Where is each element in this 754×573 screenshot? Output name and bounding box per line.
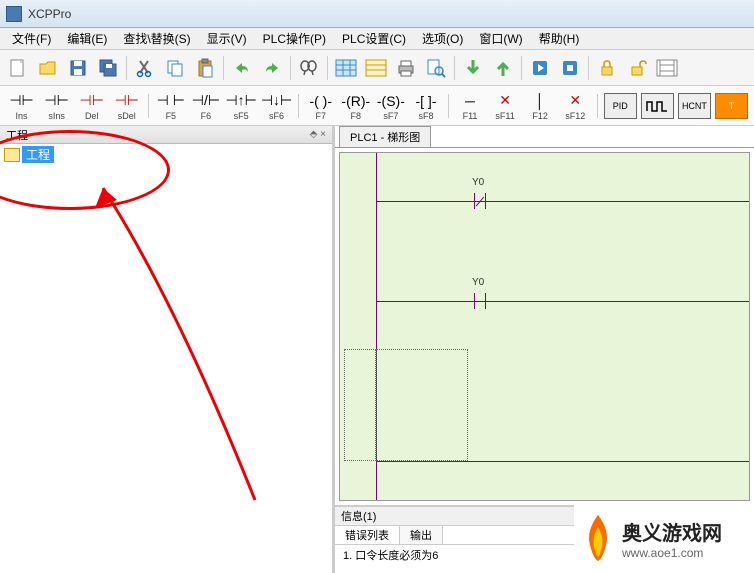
lb-f11[interactable]: ─F11 (454, 91, 485, 121)
new-button[interactable] (4, 54, 32, 82)
lb-f6[interactable]: ⊣/⊢F6 (190, 91, 221, 121)
sel-main (376, 349, 468, 461)
info-tab-output[interactable]: 输出 (400, 526, 443, 544)
menu-file[interactable]: 文件(F) (4, 28, 59, 49)
rung1-contact[interactable] (470, 193, 490, 209)
app-title: XCPPro (28, 7, 71, 21)
menubar: 文件(F) 编辑(E) 查找\替换(S) 显示(V) PLC操作(P) PLC设… (0, 28, 754, 50)
open-button[interactable] (34, 54, 62, 82)
ladder-instruction-bar: ⊣⊢Ins ⊣⊢sIns ⊣⊢Del ⊣⊢sDel ⊣ ⊢F5 ⊣/⊢F6 ⊣↑… (0, 86, 754, 126)
info-tab-errors[interactable]: 错误列表 (335, 526, 400, 544)
menu-plcset[interactable]: PLC设置(C) (334, 28, 414, 49)
lb-sf7[interactable]: -(S)-sF7 (375, 91, 406, 121)
lb-sdel[interactable]: ⊣⊢sDel (111, 91, 142, 121)
tree-root-label: 工程 (22, 146, 54, 163)
paste-button[interactable] (191, 54, 219, 82)
tree-root[interactable]: 工程 (0, 144, 332, 165)
lb-hcnt[interactable]: HCNT (678, 93, 711, 119)
menu-help[interactable]: 帮助(H) (531, 28, 588, 49)
rung-2-wire (376, 301, 749, 302)
saveall-button[interactable] (94, 54, 122, 82)
unlock-button[interactable] (623, 54, 651, 82)
lb-f5[interactable]: ⊣ ⊢F5 (155, 91, 186, 121)
lock-button[interactable] (593, 54, 621, 82)
lb-pid[interactable]: PID (604, 93, 637, 119)
folder-icon (4, 148, 20, 162)
lb-sins[interactable]: ⊣⊢sIns (41, 91, 72, 121)
rung2-label: Y0 (472, 277, 484, 288)
tab-plc1[interactable]: PLC1 - 梯形图 (339, 126, 431, 147)
editor-tabs: PLC1 - 梯形图 (335, 126, 754, 148)
lb-sf12[interactable]: ✕sF12 (560, 91, 591, 121)
menu-view[interactable]: 显示(V) (199, 28, 255, 49)
rung-1-wire (376, 201, 749, 202)
copy-button[interactable] (161, 54, 189, 82)
lb-sf11[interactable]: ✕sF11 (490, 91, 521, 121)
menu-search[interactable]: 查找\替换(S) (115, 28, 198, 49)
project-sidebar: 工程 ⬘ × 工程 (0, 126, 335, 573)
lb-sf8[interactable]: -[ ]-sF8 (410, 91, 441, 121)
watermark: 奥义游戏网 www.aoe1.com (574, 503, 754, 573)
grid2-button[interactable] (362, 54, 390, 82)
save-button[interactable] (64, 54, 92, 82)
sidebar-title: 工程 (6, 127, 28, 143)
lb-f7[interactable]: -( )-F7 (305, 91, 336, 121)
menu-window[interactable]: 窗口(W) (471, 28, 530, 49)
watermark-url: www.aoe1.com (622, 546, 722, 560)
cut-button[interactable] (131, 54, 159, 82)
watermark-flame-icon (578, 513, 618, 563)
lb-sf6[interactable]: ⊣↓⊢sF6 (261, 91, 292, 121)
upload-button[interactable] (489, 54, 517, 82)
lb-del[interactable]: ⊣⊢Del (76, 91, 107, 121)
main-toolbar (0, 50, 754, 86)
stop-button[interactable] (556, 54, 584, 82)
lb-sf5[interactable]: ⊣↑⊢sF5 (225, 91, 256, 121)
menu-edit[interactable]: 编辑(E) (59, 28, 115, 49)
download-button[interactable] (459, 54, 487, 82)
ladder-view-button[interactable] (653, 54, 681, 82)
find-button[interactable] (295, 54, 323, 82)
rung-end (376, 461, 749, 462)
run-button[interactable] (526, 54, 554, 82)
undo-button[interactable] (228, 54, 256, 82)
redo-button[interactable] (258, 54, 286, 82)
print-button[interactable] (392, 54, 420, 82)
lb-ins[interactable]: ⊣⊢Ins (6, 91, 37, 121)
rung2-contact[interactable] (470, 293, 490, 309)
menu-option[interactable]: 选项(O) (414, 28, 471, 49)
menu-plcop[interactable]: PLC操作(P) (255, 28, 334, 49)
titlebar: XCPPro (0, 0, 754, 28)
sel-left (344, 349, 376, 461)
grid1-button[interactable] (332, 54, 360, 82)
app-icon (6, 6, 22, 22)
ladder-canvas[interactable]: Y0 Y0 (339, 152, 750, 501)
lb-f8[interactable]: -(R)-F8 (340, 91, 371, 121)
rung1-label: Y0 (472, 177, 484, 188)
lb-f12[interactable]: │F12 (525, 91, 556, 121)
watermark-title: 奥义游戏网 (622, 517, 722, 546)
lb-t[interactable]: T (715, 93, 748, 119)
sidebar-header: 工程 ⬘ × (0, 126, 332, 144)
lb-pulse[interactable] (641, 93, 674, 119)
preview-button[interactable] (422, 54, 450, 82)
sidebar-pin-icon[interactable]: ⬘ × (310, 129, 326, 140)
